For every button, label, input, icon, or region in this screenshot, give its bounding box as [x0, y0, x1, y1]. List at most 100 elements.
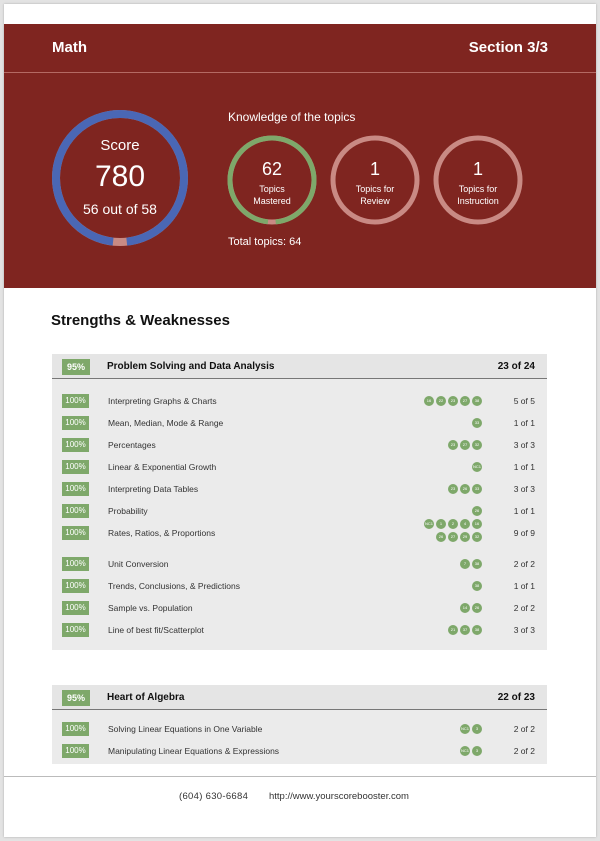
topic-count: 2 of 2	[513, 724, 535, 734]
question-badge: 38	[472, 396, 482, 406]
question-badge: 27	[460, 396, 470, 406]
topic-count: 5 of 5	[513, 396, 535, 406]
title-bar: Math Section 3/3	[4, 24, 596, 73]
question-badge: 3	[472, 724, 482, 734]
section-indicator: Section 3/3	[468, 39, 548, 56]
topic-name: Trends, Conclusions, & Predictions	[108, 581, 240, 591]
question-badge: NC1	[460, 746, 470, 756]
topic-count: 2 of 2	[513, 746, 535, 756]
score-correct-count: 56 out of 58	[83, 201, 157, 217]
question-badge: 27	[460, 440, 470, 450]
topic-percent: 100%	[62, 394, 89, 408]
topic-count: 1 of 1	[513, 462, 535, 472]
mastered-label-line1: Topics	[259, 184, 285, 194]
question-badge: 38	[472, 559, 482, 569]
question-badge: 26	[472, 603, 482, 613]
question-badge: 2	[448, 519, 458, 529]
review-ring	[330, 135, 420, 225]
instruction-label-line2: Instruction	[457, 196, 499, 206]
question-badge: 16	[472, 519, 482, 529]
question-badge: 29	[460, 532, 470, 542]
question-badge: 1	[436, 519, 446, 529]
question-badge: 23	[448, 484, 458, 494]
topic-count: 2 of 2	[513, 603, 535, 613]
strengths-weaknesses-title: Strengths & Weaknesses	[51, 312, 230, 329]
score-value: 780	[94, 160, 146, 193]
topic-percent: 100%	[62, 601, 89, 615]
topic-count: 9 of 9	[513, 528, 535, 538]
topic-percent: 100%	[62, 460, 89, 474]
mastered-label-line2: Mastered	[253, 196, 291, 206]
topic-percent: 100%	[62, 579, 89, 593]
section-panel-heart-of-algebra: 95% Heart of Algebra 22 of 23 100% Solvin…	[52, 685, 547, 764]
topic-name: Unit Conversion	[108, 559, 169, 569]
question-badge: 21	[448, 625, 458, 635]
question-badge: 38	[472, 581, 482, 591]
question-badge: 26	[436, 532, 446, 542]
question-badge: 16	[424, 396, 434, 406]
topic-count: 1 of 1	[513, 418, 535, 428]
topic-percent: 100%	[62, 526, 89, 540]
topic-name: Sample vs. Population	[108, 603, 193, 613]
section-name: Heart of Algebra	[107, 692, 185, 703]
topic-count: 1 of 1	[513, 506, 535, 516]
score-header: Math Section 3/3 Score 780 56 out of 58 …	[4, 24, 596, 288]
topic-count: 3 of 3	[513, 625, 535, 635]
instruction-ring	[433, 135, 523, 225]
score-label: Score	[100, 137, 140, 154]
section-panel-problem-solving: 95% Problem Solving and Data Analysis 23…	[52, 354, 547, 650]
topic-percent: 100%	[62, 722, 89, 736]
section-percent: 95%	[62, 359, 90, 375]
question-badge: 38	[472, 625, 482, 635]
question-badge: 33	[472, 418, 482, 428]
review-label-line1: Topics for	[355, 184, 395, 194]
topic-name: Mean, Median, Mode & Range	[108, 418, 224, 428]
question-badge: 26	[460, 484, 470, 494]
section-count: 23 of 24	[497, 361, 535, 372]
topic-name: Interpreting Data Tables	[108, 484, 199, 494]
topic-percent: 100%	[62, 438, 89, 452]
topic-percent: 100%	[62, 557, 89, 571]
question-badge: 27	[448, 532, 458, 542]
section-percent: 95%	[62, 690, 90, 706]
topic-name: Percentages	[108, 440, 156, 450]
question-badge: 37	[460, 625, 470, 635]
topic-name: Line of best fit/Scatterplot	[108, 625, 204, 635]
question-badge: 23	[448, 396, 458, 406]
review-count: 1	[369, 159, 380, 179]
report-page: Math Section 3/3 Score 780 56 out of 58 …	[4, 4, 596, 837]
topic-count: 2 of 2	[513, 559, 535, 569]
topic-count: 1 of 1	[513, 581, 535, 591]
topic-name: Probability	[108, 506, 148, 516]
question-badge: 32	[472, 532, 482, 542]
subject-title: Math	[52, 39, 87, 56]
topic-percent: 100%	[62, 416, 89, 430]
review-label-line2: Review	[360, 196, 390, 206]
topic-percent: 100%	[62, 744, 89, 758]
topic-name: Linear & Exponential Growth	[108, 462, 217, 472]
section-name: Problem Solving and Data Analysis	[107, 361, 275, 372]
topic-name: Manipulating Linear Equations & Expressi…	[108, 746, 280, 756]
topic-name: Interpreting Graphs & Charts	[108, 396, 217, 406]
question-badge: NC1	[424, 519, 434, 529]
total-topics: Total topics: 64	[228, 236, 302, 248]
topic-count: 3 of 3	[513, 484, 535, 494]
footer: (604) 630-6684 http://www.yourscoreboost…	[4, 776, 596, 816]
instruction-count: 1	[472, 159, 483, 179]
question-badge: 4	[460, 519, 470, 529]
question-badge: 32	[472, 440, 482, 450]
question-badge: 23	[448, 440, 458, 450]
topic-percent: 100%	[62, 504, 89, 518]
question-badge: 22	[436, 396, 446, 406]
section-header: 95% Problem Solving and Data Analysis 23…	[52, 354, 547, 379]
question-badge: 33	[472, 484, 482, 494]
topic-count: 3 of 3	[513, 440, 535, 450]
mastered-count: 62	[261, 159, 283, 179]
footer-website[interactable]: http://www.yourscorebooster.com	[269, 791, 409, 802]
question-badge: 7	[460, 559, 470, 569]
question-badge: NC1	[460, 724, 470, 734]
mastered-ring	[227, 135, 317, 225]
topic-percent: 100%	[62, 623, 89, 637]
question-badge: 3	[472, 746, 482, 756]
topic-name: Rates, Ratios, & Proportions	[108, 528, 216, 538]
